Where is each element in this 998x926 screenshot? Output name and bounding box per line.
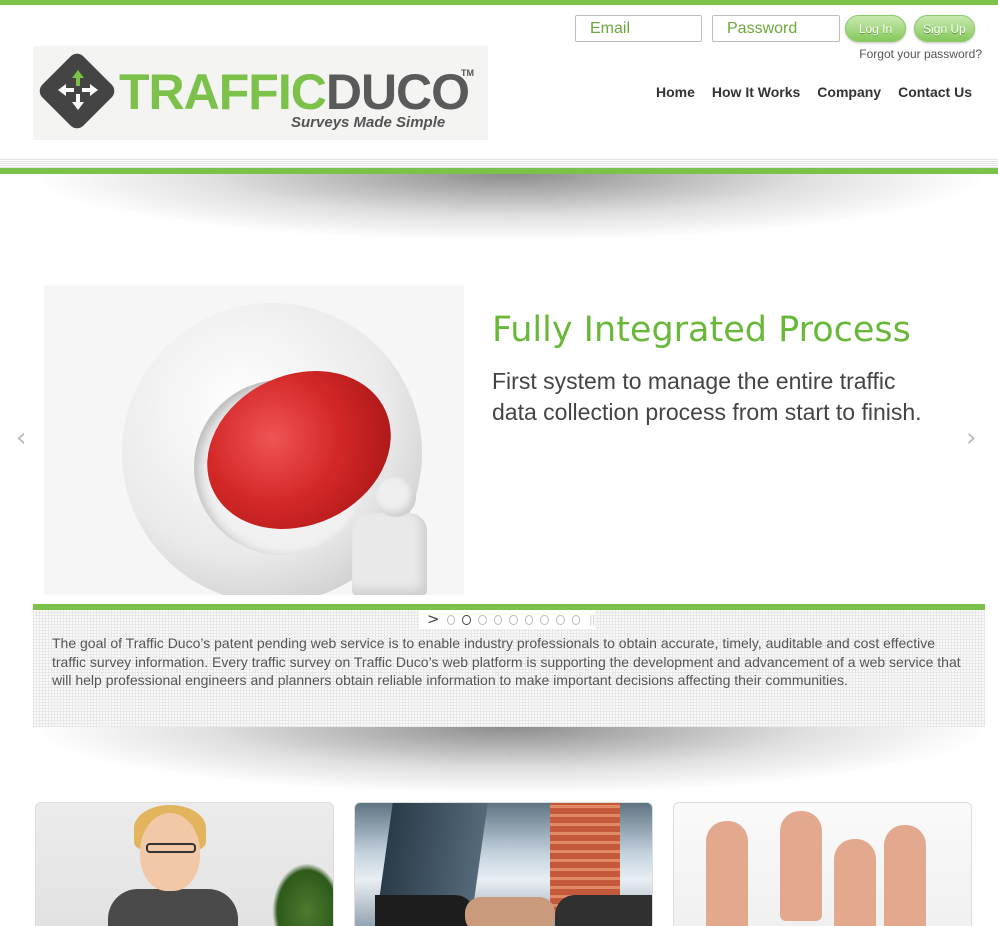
email-field[interactable]: [575, 15, 702, 42]
card-photo-sleeve-right: [555, 895, 652, 926]
nav-item-how-it-works[interactable]: How It Works: [712, 84, 800, 100]
info-shadow: [40, 727, 980, 793]
logo-wordmark: TRAFFICDUCO: [119, 64, 470, 120]
logo-arrows-icon: [58, 70, 98, 110]
card-photo-hand: [706, 821, 748, 926]
header-shadow: [40, 174, 980, 240]
slider-dot[interactable]: [477, 614, 487, 625]
slider-dot[interactable]: [509, 614, 518, 625]
card-photo-person-body: [108, 889, 238, 926]
slide-text: First system to manage the entire traffi…: [492, 368, 922, 425]
slide-figure-head: [376, 477, 416, 517]
nav-item-home[interactable]: Home: [656, 84, 695, 100]
card-photo-hand: [834, 839, 876, 926]
slide-figure-body: [352, 513, 427, 595]
slider-dot[interactable]: [446, 614, 456, 625]
slider-pause-icon[interactable]: ||: [589, 614, 595, 626]
slide-title: Fully Integrated Process: [492, 310, 911, 350]
slider-dot[interactable]: [556, 614, 565, 625]
slider-next-chevron-icon[interactable]: ›: [966, 424, 980, 452]
nav-item-contact-us[interactable]: Contact Us: [898, 84, 972, 100]
card-photo-handshake: [465, 897, 555, 926]
slider-play-icon[interactable]: >: [427, 612, 440, 627]
nav-item-company[interactable]: Company: [817, 84, 881, 100]
card-photo-hand: [780, 811, 822, 921]
slider-dot[interactable]: [571, 614, 581, 625]
top-accent-bar: [0, 0, 998, 5]
logo-word-duco: DUCO: [325, 64, 470, 120]
slider-dot[interactable]: [540, 614, 550, 625]
login-button[interactable]: Log In: [845, 15, 906, 42]
slider-dot[interactable]: [493, 614, 503, 625]
main-nav: Home How It Works Company Contact Us: [656, 84, 972, 100]
logo-tagline: Surveys Made Simple: [291, 114, 446, 131]
slider-dot-active[interactable]: [462, 614, 471, 625]
info-text: The goal of Traffic Duco’s patent pendin…: [52, 635, 961, 688]
feature-card-professional[interactable]: [35, 802, 334, 926]
feature-card-community[interactable]: [673, 802, 972, 926]
card-photo-plant: [272, 863, 333, 926]
password-field[interactable]: [712, 15, 840, 42]
header-hatch-divider: [0, 158, 998, 168]
card-photo-hand: [884, 825, 926, 926]
logo[interactable]: TRAFFICDUCO TM Surveys Made Simple: [33, 46, 488, 140]
forgot-password-link[interactable]: Forgot your password?: [859, 47, 982, 61]
logo-trademark: TM: [461, 68, 474, 78]
slide-image: [44, 285, 464, 595]
feature-card-company[interactable]: [354, 802, 653, 926]
card-photo-sleeve-left: [375, 895, 475, 926]
slider-prev-chevron-icon[interactable]: ‹: [16, 424, 30, 452]
slider-pager: > ||: [419, 610, 595, 629]
logo-word-traffic: TRAFFIC: [119, 64, 327, 120]
card-photo-glasses: [146, 843, 196, 853]
signup-button[interactable]: Sign Up: [914, 15, 975, 42]
slider-dot[interactable]: [524, 614, 534, 625]
